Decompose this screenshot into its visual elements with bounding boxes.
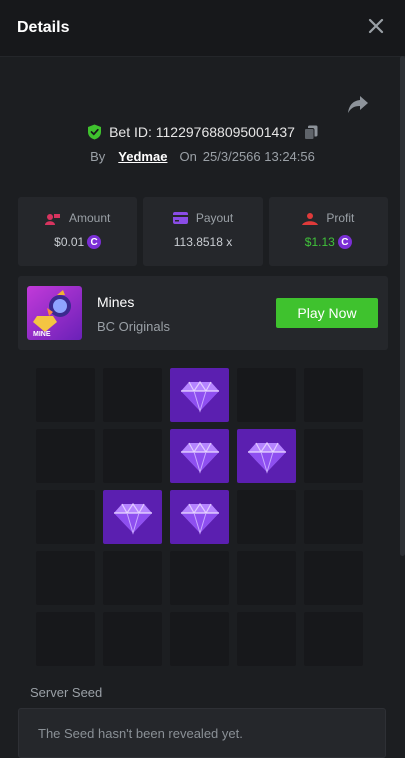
coin-icon: C bbox=[337, 235, 352, 249]
board-tile bbox=[103, 551, 162, 605]
board-tile bbox=[36, 612, 95, 666]
game-provider: BC Originals bbox=[97, 319, 170, 334]
board-tile bbox=[103, 490, 162, 544]
on-label: On bbox=[179, 148, 197, 164]
board-tile bbox=[103, 612, 162, 666]
board-tile bbox=[36, 490, 95, 544]
stat-payout: Payout 113.8518 x bbox=[143, 197, 263, 266]
board-tile bbox=[36, 429, 95, 483]
board-tile bbox=[304, 429, 363, 483]
board-tile bbox=[237, 612, 296, 666]
board-tile bbox=[237, 490, 296, 544]
board-tile bbox=[304, 612, 363, 666]
board-tile bbox=[170, 490, 229, 544]
server-seed-box: The Seed hasn't been revealed yet. bbox=[18, 708, 386, 758]
board-tile bbox=[36, 551, 95, 605]
board-tile bbox=[103, 429, 162, 483]
board-tile bbox=[237, 368, 296, 422]
board-tile bbox=[103, 368, 162, 422]
stat-label: Amount bbox=[68, 211, 111, 225]
shield-check-icon bbox=[88, 124, 102, 140]
mines-logo-icon: MINE bbox=[33, 290, 71, 338]
server-seed-text: The Seed hasn't been revealed yet. bbox=[38, 726, 243, 741]
gem-icon bbox=[181, 502, 219, 535]
username-link[interactable]: Yedmae bbox=[118, 149, 167, 164]
board-tile bbox=[170, 612, 229, 666]
board-tile bbox=[304, 551, 363, 605]
gem-icon bbox=[181, 441, 219, 474]
stat-value: $1.13 bbox=[304, 235, 335, 249]
stat-label: Profit bbox=[326, 211, 355, 225]
play-now-button[interactable]: Play Now bbox=[276, 298, 378, 328]
board-tile bbox=[304, 368, 363, 422]
stat-value: $0.01 bbox=[54, 235, 85, 249]
bet-meta-row: By Yedmae On 25/3/2566 13:24:56 bbox=[0, 147, 405, 165]
stat-value: 113.8518 x bbox=[173, 235, 233, 249]
stat-label: Payout bbox=[195, 211, 234, 225]
board-tile bbox=[170, 368, 229, 422]
board-tile bbox=[36, 368, 95, 422]
thumb-label: MINE bbox=[33, 331, 51, 338]
server-seed-label: Server Seed bbox=[30, 685, 103, 700]
game-card: MINE Mines BC Originals Play Now bbox=[18, 276, 388, 350]
mines-board bbox=[36, 368, 367, 666]
bet-date: 25/3/2566 13:24:56 bbox=[202, 148, 315, 164]
by-label: By bbox=[90, 148, 106, 164]
gem-icon bbox=[181, 380, 219, 413]
amount-icon bbox=[44, 213, 60, 225]
copy-icon[interactable] bbox=[303, 125, 318, 140]
page-title: Details bbox=[17, 19, 70, 36]
header: Details bbox=[0, 0, 405, 56]
board-tile bbox=[237, 429, 296, 483]
board-tile bbox=[237, 551, 296, 605]
stats-row: Amount $0.01 C Payout 113.8518 x Profit bbox=[18, 197, 388, 266]
close-icon[interactable] bbox=[365, 15, 387, 37]
bet-id: Bet ID: 112297688095001437 bbox=[109, 124, 295, 140]
stat-profit: Profit $1.13 C bbox=[268, 197, 388, 266]
game-thumbnail[interactable]: MINE bbox=[27, 286, 82, 340]
coin-icon: C bbox=[87, 235, 102, 249]
board-tile bbox=[170, 551, 229, 605]
profit-icon bbox=[302, 212, 319, 225]
board-tile bbox=[170, 429, 229, 483]
gem-icon bbox=[248, 441, 286, 474]
bet-id-row: Bet ID: 112297688095001437 bbox=[0, 122, 405, 142]
board-tile bbox=[304, 490, 363, 544]
game-name: Mines bbox=[97, 294, 135, 310]
card-icon bbox=[172, 212, 188, 224]
gem-icon bbox=[114, 502, 152, 535]
stat-amount: Amount $0.01 C bbox=[18, 197, 138, 266]
share-icon[interactable] bbox=[347, 94, 369, 114]
